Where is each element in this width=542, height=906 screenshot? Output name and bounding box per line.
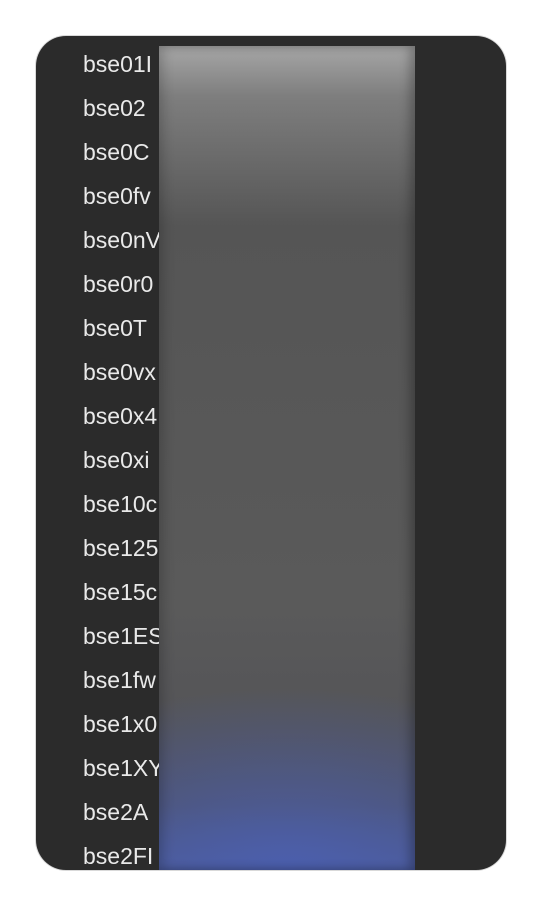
dropdown-list-panel: bse01I bse02 bse0C bse0fv bse0nV bse0r0 … [36, 36, 506, 870]
redaction-overlay [159, 46, 415, 870]
